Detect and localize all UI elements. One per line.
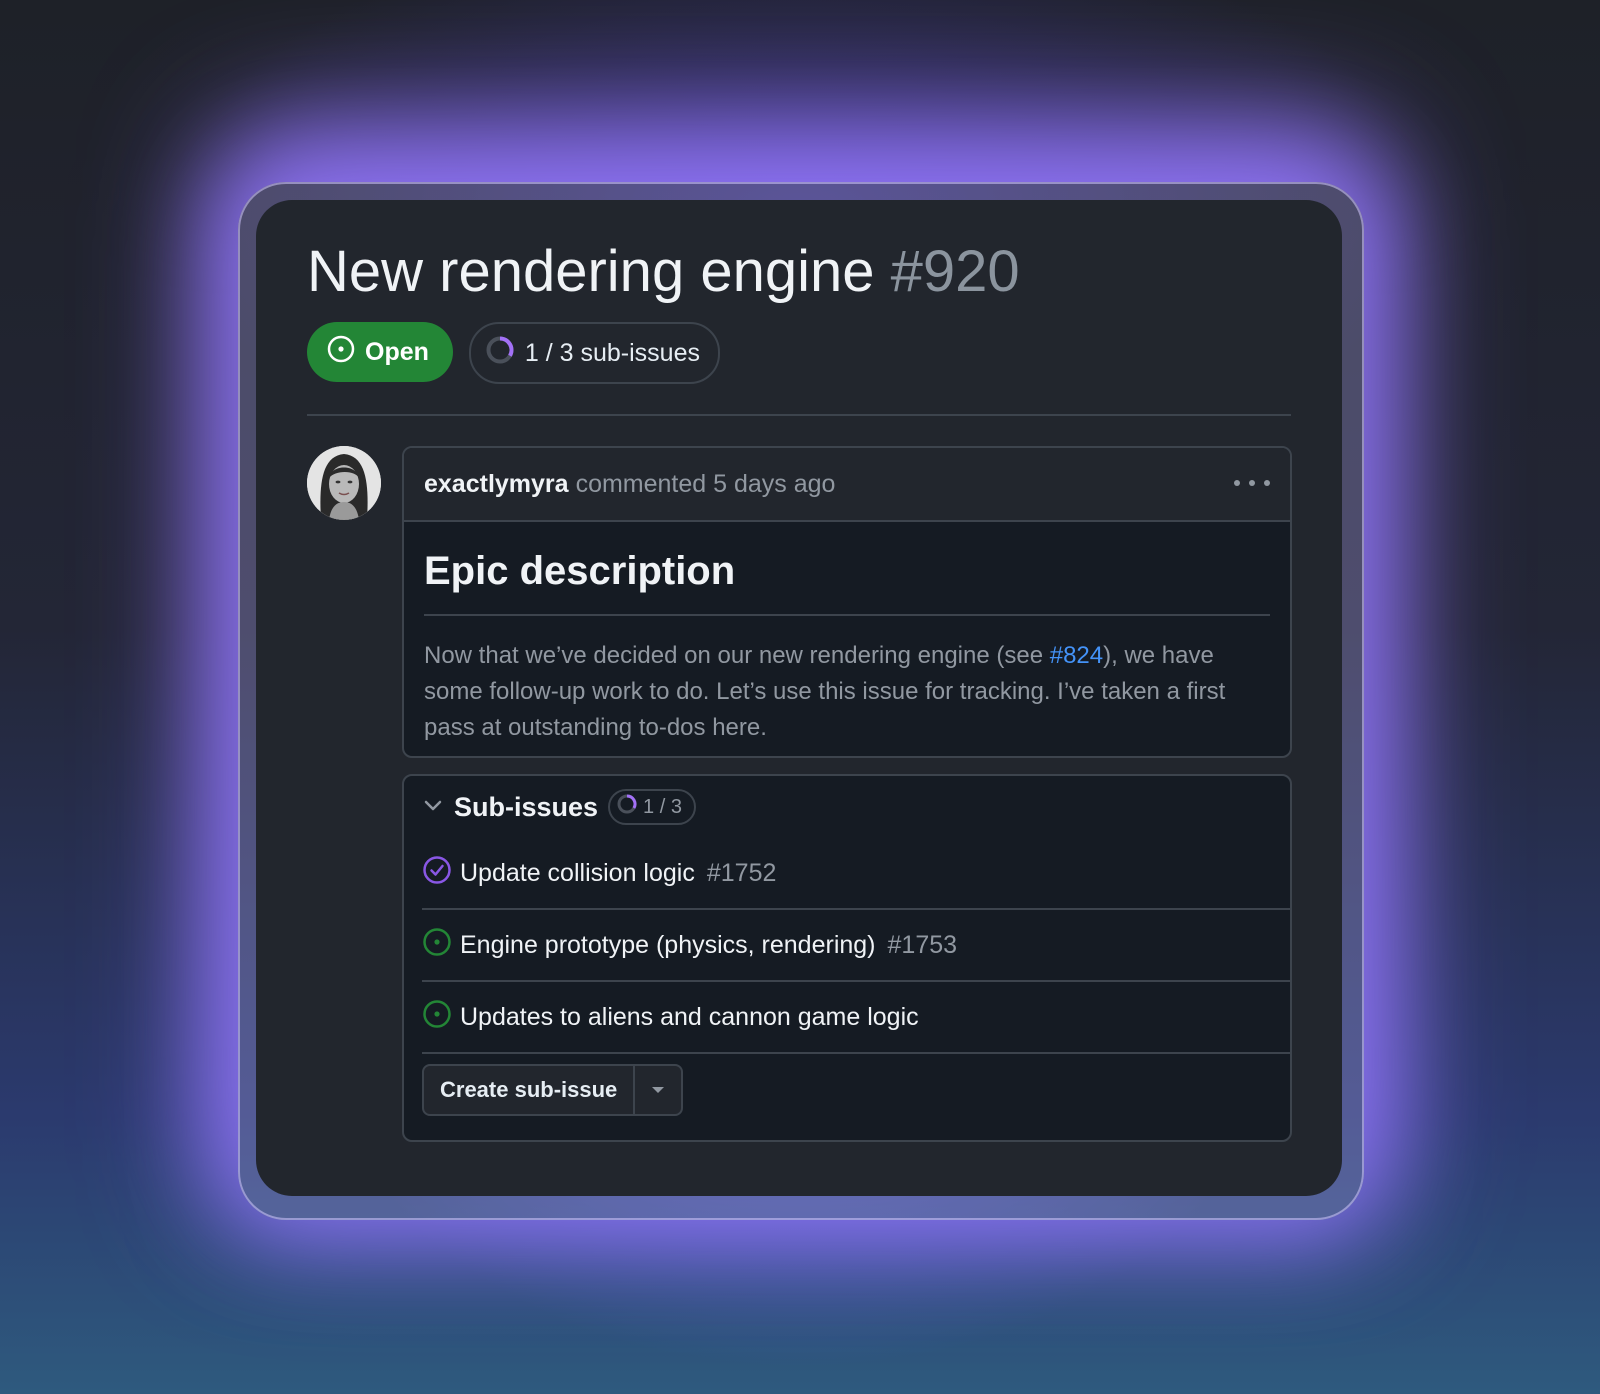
issue-open-icon (422, 999, 452, 1036)
comment-meta: commented 5 days ago (575, 469, 836, 498)
more-options-icon[interactable] (1234, 470, 1270, 496)
status-label: Open (365, 337, 429, 366)
status-badge: Open (307, 322, 453, 382)
comment-author[interactable]: exactlymyra (424, 470, 569, 499)
subissues-count: 1 / 3 (643, 795, 682, 818)
subissue-row[interactable]: Update collision logic #1752 (422, 838, 1290, 910)
subissue-row[interactable]: Engine prototype (physics, rendering) #1… (422, 910, 1290, 982)
avatar-portrait (307, 446, 381, 520)
issue-badges: Open 1 / 3 sub-issues (307, 322, 720, 384)
subissues-header[interactable]: Sub-issues 1 / 3 (404, 776, 1290, 838)
issue-open-icon (327, 335, 355, 370)
subissues-summary: 1 / 3 sub-issues (524, 338, 700, 367)
issue-link[interactable]: #824 (1050, 642, 1103, 669)
create-subissue-button-group: Create sub-issue (422, 1064, 684, 1116)
comment-body: Now that we’ve decided on our new render… (424, 638, 1270, 746)
subissues-panel: Sub-issues 1 / 3 Update collision logic … (402, 774, 1292, 1142)
comment-body-text: Now that we’ve decided on our new render… (424, 642, 1050, 669)
subissue-label: Update collision logic (460, 858, 695, 887)
subissue-number: #1752 (706, 858, 777, 887)
subissues-progress-badge[interactable]: 1 / 3 sub-issues (468, 322, 720, 384)
comment-box: exactlymyra commented 5 days ago Epic de… (402, 446, 1292, 758)
header-divider (307, 414, 1291, 416)
subissues-counter: 1 / 3 (608, 789, 696, 825)
subissue-row[interactable]: Updates to aliens and cannon game logic (422, 982, 1290, 1054)
issue-number: #920 (890, 239, 1020, 304)
subissues-title: Sub-issues (454, 791, 599, 822)
subissue-label: Engine prototype (physics, rendering) (460, 930, 876, 959)
avatar[interactable] (307, 446, 381, 520)
issue-card: New rendering engine #920 Open 1 / 3 sub… (256, 200, 1342, 1196)
issue-title-text: New rendering engine (307, 239, 875, 304)
issue-title: New rendering engine #920 (307, 234, 1020, 310)
subissue-label: Updates to aliens and cannon game logic (460, 1002, 919, 1031)
issue-closed-check-icon (422, 855, 452, 892)
issue-open-icon (422, 927, 452, 964)
progress-ring-icon (616, 793, 638, 821)
comment-header: exactlymyra commented 5 days ago (404, 448, 1290, 522)
progress-ring-icon (485, 335, 515, 372)
subissue-number: #1753 (887, 930, 958, 959)
comment-heading: Epic description (424, 542, 1270, 616)
create-subissue-button[interactable]: Create sub-issue (424, 1066, 636, 1114)
caret-down-icon[interactable] (635, 1066, 681, 1114)
chevron-down-icon[interactable] (422, 794, 444, 821)
